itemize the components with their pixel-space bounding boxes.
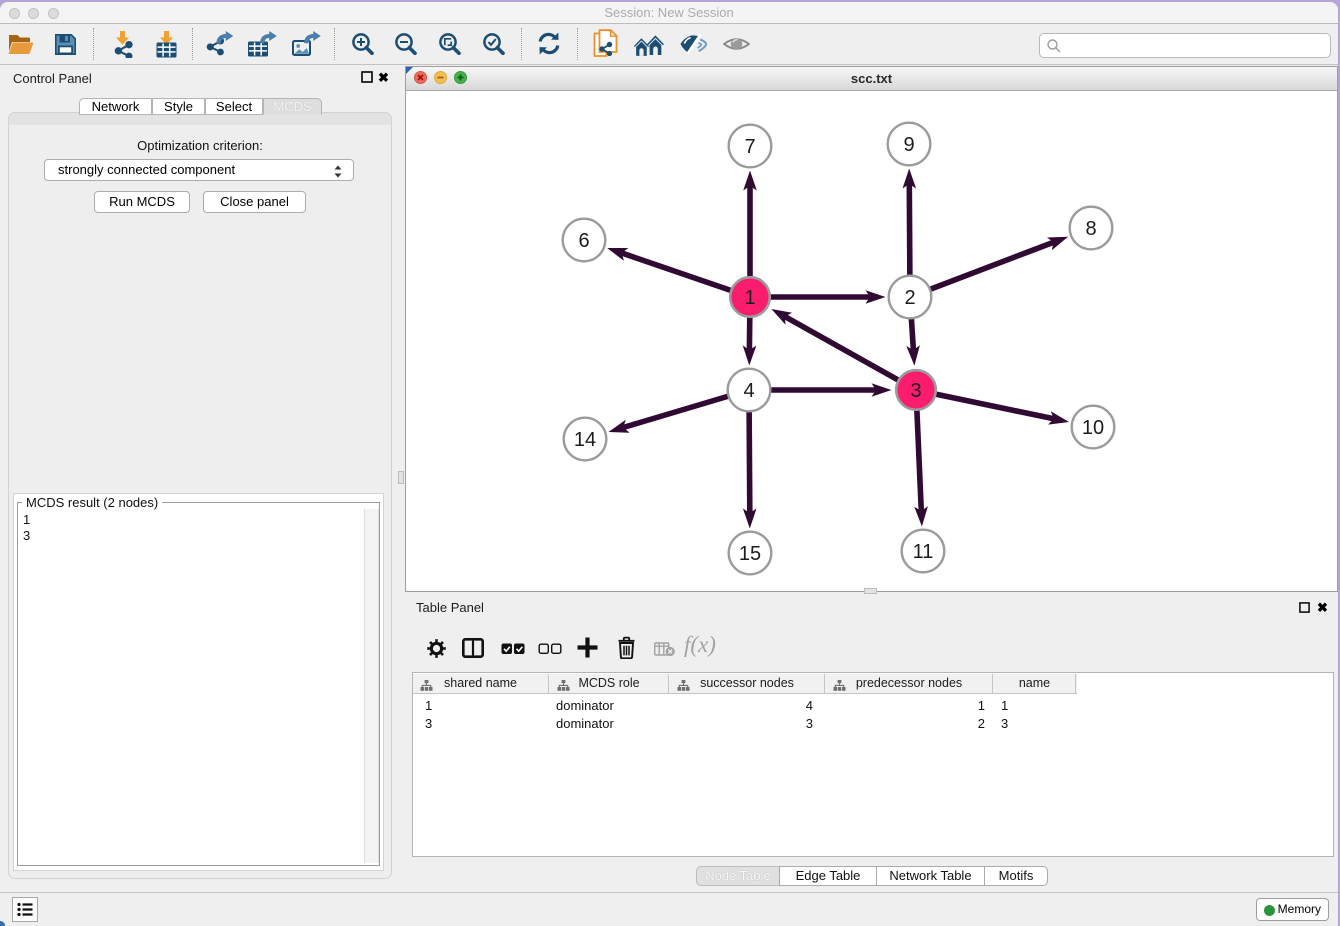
svg-text:14: 14 [574, 429, 596, 451]
svg-text:4: 4 [743, 380, 754, 402]
svg-text:6: 6 [578, 230, 589, 252]
svg-text:10: 10 [1082, 417, 1104, 439]
svg-text:9: 9 [903, 134, 914, 156]
svg-text:7: 7 [744, 136, 755, 158]
svg-text:8: 8 [1085, 218, 1096, 240]
svg-text:15: 15 [739, 543, 761, 565]
svg-text:1: 1 [744, 287, 755, 309]
svg-text:11: 11 [913, 541, 934, 563]
svg-text:2: 2 [904, 287, 915, 309]
svg-text:3: 3 [910, 380, 921, 402]
